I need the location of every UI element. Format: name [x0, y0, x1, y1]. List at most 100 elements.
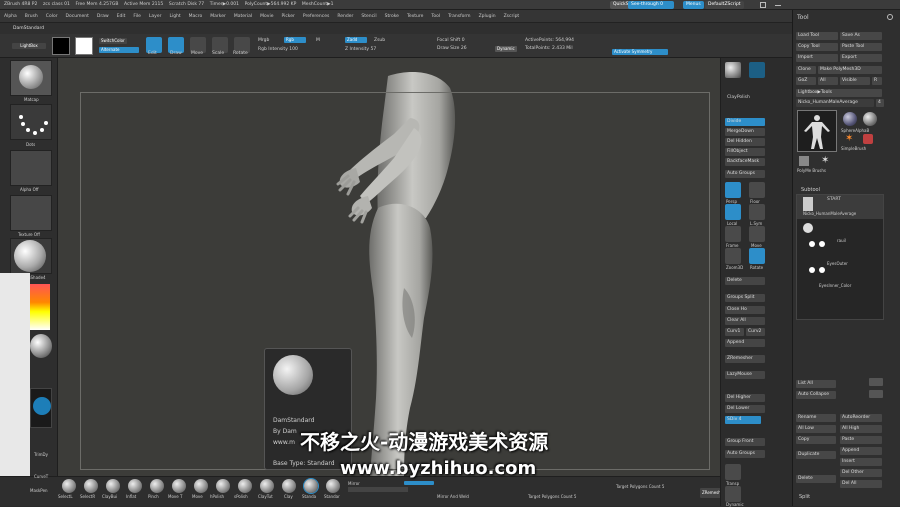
- delete-subtool-button[interactable]: Delete: [796, 475, 836, 483]
- texture-sphere-icon[interactable]: [30, 334, 52, 358]
- menu-item-material[interactable]: Material: [230, 10, 256, 22]
- menus-toggle[interactable]: Menus: [683, 1, 704, 9]
- rgb-intensity-slider[interactable]: Rgb Intensity 100: [258, 47, 298, 52]
- brush-clay-icon[interactable]: [282, 479, 296, 493]
- del-hidden-button[interactable]: Del Hidden: [725, 138, 765, 146]
- paste-tool-button[interactable]: Paste Tool: [840, 43, 882, 51]
- rename-button[interactable]: Rename: [796, 414, 836, 422]
- brush-standard-icon[interactable]: [326, 479, 340, 493]
- clear-all-button[interactable]: Clear All: [725, 317, 765, 325]
- color-picker[interactable]: [30, 284, 50, 330]
- menu-item-zplugin[interactable]: Zplugin: [475, 10, 500, 22]
- claypolish-material-icon[interactable]: [725, 62, 741, 78]
- menu-item-marker[interactable]: Marker: [206, 10, 230, 22]
- transp-icon[interactable]: [725, 464, 741, 480]
- mirror-toggle-bar[interactable]: [404, 481, 434, 485]
- groups-split-button[interactable]: Groups Split: [725, 294, 765, 302]
- simple-brush-icon[interactable]: ✶: [845, 134, 855, 144]
- make-polymesh-button[interactable]: Make PolyMesh3D: [818, 66, 882, 74]
- lightbox-button[interactable]: LightBox: [12, 43, 46, 49]
- frame-icon[interactable]: [725, 226, 741, 242]
- rotate-view-icon[interactable]: [749, 248, 765, 264]
- curv2-button[interactable]: Curv2: [746, 328, 765, 336]
- brush-claybuildup-icon[interactable]: [106, 479, 120, 493]
- export-button[interactable]: Export: [840, 54, 882, 62]
- subtool-item-active[interactable]: START Nicko_HumanMaleAverage: [797, 195, 883, 219]
- menu-item-tool[interactable]: Tool: [427, 10, 444, 22]
- brush-claytubes-icon[interactable]: [260, 479, 274, 493]
- m-button[interactable]: M: [316, 38, 320, 43]
- dynamic-icon[interactable]: [725, 486, 741, 502]
- current-tool-thumbnail[interactable]: [797, 110, 837, 152]
- zoom3d-icon[interactable]: [725, 248, 741, 264]
- del-other-button[interactable]: Del Other: [840, 469, 882, 477]
- main-color-swatch[interactable]: [75, 37, 93, 55]
- auto-reorder-button[interactable]: AutoReorder: [840, 414, 882, 422]
- del-all-button[interactable]: Del All: [840, 480, 882, 488]
- subtool-eye-icon-4[interactable]: [819, 267, 825, 273]
- mirror-button[interactable]: Mirror: [348, 481, 360, 486]
- duplicate-button[interactable]: Duplicate: [796, 451, 836, 459]
- append-subtool-button[interactable]: Append: [840, 447, 882, 455]
- navigation-widget[interactable]: [30, 388, 52, 428]
- subtool-eye-icon-3[interactable]: [809, 267, 815, 273]
- star-icon[interactable]: ✶: [821, 156, 831, 166]
- alpha-thumbnail[interactable]: [10, 150, 52, 186]
- auto-groups-button[interactable]: Auto Groups: [725, 170, 765, 178]
- sphere-alpha-icon[interactable]: [863, 112, 877, 126]
- subtool-name-4[interactable]: EyesInner_Color: [819, 283, 851, 288]
- alternate-button[interactable]: Alternate: [99, 47, 139, 53]
- brush-preview-icon[interactable]: [749, 62, 765, 78]
- brush-move-topological-icon[interactable]: [172, 479, 186, 493]
- menu-item-picker[interactable]: Picker: [277, 10, 298, 22]
- goz-button[interactable]: GoZ: [796, 77, 816, 85]
- all-low-button[interactable]: All Low: [796, 425, 836, 433]
- menu-item-stroke[interactable]: Stroke: [381, 10, 403, 22]
- all-button[interactable]: All: [818, 77, 838, 85]
- activate-symmetry-button[interactable]: Activate Symmetry: [612, 49, 668, 55]
- delete-button[interactable]: Delete: [725, 277, 765, 285]
- menu-item-layer[interactable]: Layer: [145, 10, 166, 22]
- menu-item-draw[interactable]: Draw: [93, 10, 113, 22]
- zsub-button[interactable]: Zsub: [374, 38, 385, 43]
- brush-select-rect-icon[interactable]: [84, 479, 98, 493]
- merge-down-button[interactable]: MergeDown: [725, 128, 765, 136]
- menu-item-light[interactable]: Light: [165, 10, 184, 22]
- menu-item-document[interactable]: Document: [62, 10, 93, 22]
- default-zscript-button[interactable]: DefaultZScript: [705, 1, 744, 9]
- texture-thumbnail[interactable]: [10, 195, 52, 231]
- del-higher-button[interactable]: Del Higher: [725, 394, 765, 402]
- material-thumbnail[interactable]: [10, 238, 52, 274]
- brush-select-lasso-icon[interactable]: [62, 479, 76, 493]
- maskpen-label[interactable]: MaskPen: [30, 488, 48, 493]
- current-tool-name[interactable]: Nicko_HumanMaleAverage: [796, 99, 874, 107]
- clone-button[interactable]: Clone: [796, 66, 816, 74]
- fill-object-button[interactable]: FillObject: [725, 148, 765, 156]
- brush-damstandard-icon[interactable]: [304, 479, 318, 493]
- zadd-button[interactable]: Zadd: [345, 37, 367, 43]
- menu-item-alpha[interactable]: Alpha: [0, 10, 21, 22]
- move-view-icon[interactable]: [749, 226, 765, 242]
- menu-item-stencil[interactable]: Stencil: [357, 10, 380, 22]
- mirror-slider[interactable]: [348, 487, 408, 492]
- target-polygons-slider-1[interactable]: Target Polygons Count 5: [528, 494, 576, 499]
- import-button[interactable]: Import: [796, 54, 838, 62]
- copy-tool-button[interactable]: Copy Tool: [796, 43, 838, 51]
- r-button[interactable]: R: [872, 77, 882, 85]
- brush-pinch-icon[interactable]: [150, 479, 164, 493]
- tab-damstandard[interactable]: DamStandard: [13, 26, 44, 31]
- menu-item-edit[interactable]: Edit: [113, 10, 130, 22]
- floor-icon[interactable]: [749, 182, 765, 198]
- brush-move-icon[interactable]: [194, 479, 208, 493]
- refresh-icon[interactable]: [887, 14, 893, 20]
- close-holes-button[interactable]: Close Ho: [725, 306, 765, 314]
- target-polygons-slider-2[interactable]: Target Polygons Count 5: [616, 484, 664, 489]
- menu-item-preferences[interactable]: Preferences: [299, 10, 333, 22]
- menu-item-render[interactable]: Render: [333, 10, 357, 22]
- see-through-slider[interactable]: See-through 0: [628, 1, 674, 9]
- rgb-button[interactable]: Rgb: [284, 37, 306, 43]
- eraser-icon[interactable]: [863, 134, 873, 144]
- brush-inflat-icon[interactable]: [128, 479, 142, 493]
- z-intensity-slider[interactable]: Z Intensity 57: [345, 47, 376, 52]
- menu-item-color[interactable]: Color: [42, 10, 62, 22]
